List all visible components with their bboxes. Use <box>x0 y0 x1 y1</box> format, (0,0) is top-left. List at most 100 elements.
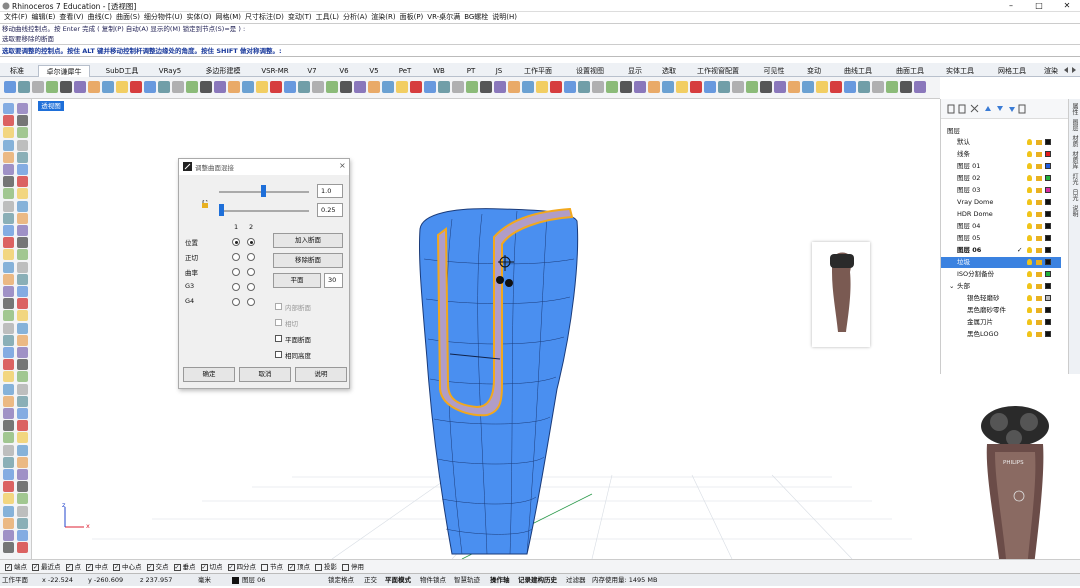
visibility-bulb-icon[interactable] <box>1027 139 1032 145</box>
toolbar-tool-icon[interactable] <box>704 81 716 93</box>
tab-item[interactable]: 变动 <box>800 65 828 77</box>
command-prompt[interactable]: 选取要调整的控制点。按住 ALT 键并移动控制杆调整边缘处的角度。按住 SHIF… <box>0 45 1080 57</box>
left-tool-icon[interactable] <box>17 530 28 541</box>
left-tool-icon[interactable] <box>17 334 28 346</box>
layer-color-swatch[interactable] <box>1045 295 1051 301</box>
checkbox-tangent[interactable] <box>275 319 282 326</box>
toolbar-tool-icon[interactable] <box>256 81 268 93</box>
left-tool-icon[interactable] <box>17 493 28 505</box>
visibility-bulb-icon[interactable] <box>1027 211 1032 217</box>
toolbar-tool-icon[interactable] <box>760 81 772 93</box>
left-tool-icon[interactable] <box>3 225 14 236</box>
left-tool-icon[interactable] <box>3 176 14 188</box>
status-toggle[interactable]: 锁定格点 <box>328 574 354 587</box>
osnap-item[interactable]: ✓ 顶点 <box>288 560 310 574</box>
toolbar-tool-icon[interactable] <box>494 81 506 93</box>
side-tab[interactable]: 属性 <box>1070 103 1079 115</box>
side-tab[interactable]: 材质库 <box>1070 151 1079 169</box>
toolbar-tool-icon[interactable] <box>466 81 478 93</box>
left-tool-icon[interactable] <box>17 298 28 310</box>
radio-g4-1[interactable] <box>232 298 240 306</box>
left-tool-icon[interactable] <box>17 188 28 200</box>
layer-color-swatch[interactable] <box>1045 199 1051 205</box>
side-tab[interactable]: 图层 <box>1070 119 1079 131</box>
layer-row[interactable]: 图层 06 ✓ <box>941 245 1061 256</box>
layer-color-swatch[interactable] <box>1045 247 1051 253</box>
close-button[interactable]: ✕ <box>1056 0 1078 12</box>
toolbar-tool-icon[interactable] <box>508 81 520 93</box>
tab-item[interactable]: V5 <box>362 65 386 77</box>
lock-icon[interactable] <box>1036 152 1042 157</box>
layer-color-swatch[interactable] <box>1045 271 1051 277</box>
osnap-checkbox[interactable]: ✓ <box>65 563 73 571</box>
side-tab[interactable]: 灯光 <box>1070 173 1079 185</box>
left-tool-icon[interactable] <box>17 212 28 224</box>
add-section-button[interactable]: 加入断面 <box>273 233 343 248</box>
tab-item[interactable]: 选取 <box>654 65 684 77</box>
layer-row[interactable]: 金属刀片 <box>941 317 1061 328</box>
tab-item[interactable]: 网格工具 <box>990 65 1034 77</box>
status-toggle[interactable]: 过滤器 <box>566 574 586 587</box>
menu-item[interactable]: 渲染(R) <box>371 12 395 23</box>
osnap-item[interactable]: ✓ 端点 <box>5 560 27 574</box>
toolbar-tool-icon[interactable] <box>340 81 352 93</box>
status-toggle[interactable]: 操作轴 <box>490 574 510 587</box>
side-tab[interactable]: 日光 <box>1070 189 1079 201</box>
left-tool-icon[interactable] <box>3 310 14 322</box>
tab-item[interactable]: PeT <box>392 65 418 77</box>
left-tool-icon[interactable] <box>17 505 28 517</box>
toolbar-tool-icon[interactable] <box>606 81 618 93</box>
left-tool-icon[interactable] <box>3 469 14 480</box>
tab-item[interactable]: 实体工具 <box>940 65 980 77</box>
left-tool-icon[interactable] <box>3 237 14 249</box>
toolbar-tool-icon[interactable] <box>130 81 142 93</box>
osnap-checkbox[interactable]: ✓ <box>200 563 208 571</box>
status-toggle[interactable]: 智慧轨迹 <box>454 574 480 587</box>
left-tool-icon[interactable] <box>17 103 28 114</box>
left-tool-icon[interactable] <box>3 322 14 334</box>
left-tool-icon[interactable] <box>17 371 28 383</box>
toolbar-tool-icon[interactable] <box>662 81 674 93</box>
visibility-bulb-icon[interactable] <box>1027 199 1032 205</box>
left-tool-icon[interactable] <box>3 188 14 200</box>
radio-tangency-1[interactable] <box>232 253 240 261</box>
left-tool-icon[interactable] <box>3 542 14 554</box>
value-input-2[interactable]: 0.25 <box>317 203 343 217</box>
toolbar-tool-icon[interactable] <box>410 81 422 93</box>
osnap-item[interactable]: ✓ 中点 <box>86 560 108 574</box>
lock-icon[interactable] <box>1036 308 1042 313</box>
lock-icon[interactable] <box>1036 200 1042 205</box>
toolbar-tool-icon[interactable] <box>158 81 170 93</box>
osnap-checkbox[interactable]: ✓ <box>227 563 235 571</box>
osnap-item[interactable]: ✓ 交点 <box>146 560 169 574</box>
planar-button[interactable]: 平面 <box>273 273 321 288</box>
left-tool-icon[interactable] <box>3 359 14 371</box>
toolbar-tool-icon[interactable] <box>396 81 408 93</box>
lock-icon[interactable] <box>1036 272 1042 277</box>
tab-scroll-icon[interactable] <box>1062 65 1078 75</box>
toolbar-tool-icon[interactable] <box>242 81 254 93</box>
status-toggle[interactable]: 记录建构历史 <box>518 574 557 587</box>
toolbar-tool-icon[interactable] <box>452 81 464 93</box>
left-tool-icon[interactable] <box>17 542 28 554</box>
toolbar-tool-icon[interactable] <box>4 81 16 93</box>
tab-item[interactable]: 工作平面 <box>516 65 560 77</box>
toolbar-tool-icon[interactable] <box>368 81 380 93</box>
toolbar-tool-icon[interactable] <box>718 81 730 93</box>
tab-item[interactable]: 显示 <box>622 65 648 77</box>
dialog-close-icon[interactable]: × <box>339 161 346 170</box>
layer-row[interactable]: 图层 04 <box>941 221 1061 232</box>
toolbar-tool-icon[interactable] <box>270 81 282 93</box>
left-tool-icon[interactable] <box>3 493 14 505</box>
menu-item[interactable]: 说明(H) <box>492 12 517 23</box>
left-tool-icon[interactable] <box>3 127 14 139</box>
planar-value-input[interactable]: 30 <box>324 273 343 288</box>
toolbar-tool-icon[interactable] <box>578 81 590 93</box>
lock-icon[interactable] <box>1036 332 1042 337</box>
left-tool-icon[interactable] <box>17 261 28 273</box>
toolbar-tool-icon[interactable] <box>816 81 828 93</box>
toolbar-tool-icon[interactable] <box>74 81 86 93</box>
left-tool-icon[interactable] <box>3 371 14 383</box>
layer-row[interactable]: 默认 <box>941 137 1061 148</box>
layer-color-swatch[interactable] <box>1045 283 1051 289</box>
